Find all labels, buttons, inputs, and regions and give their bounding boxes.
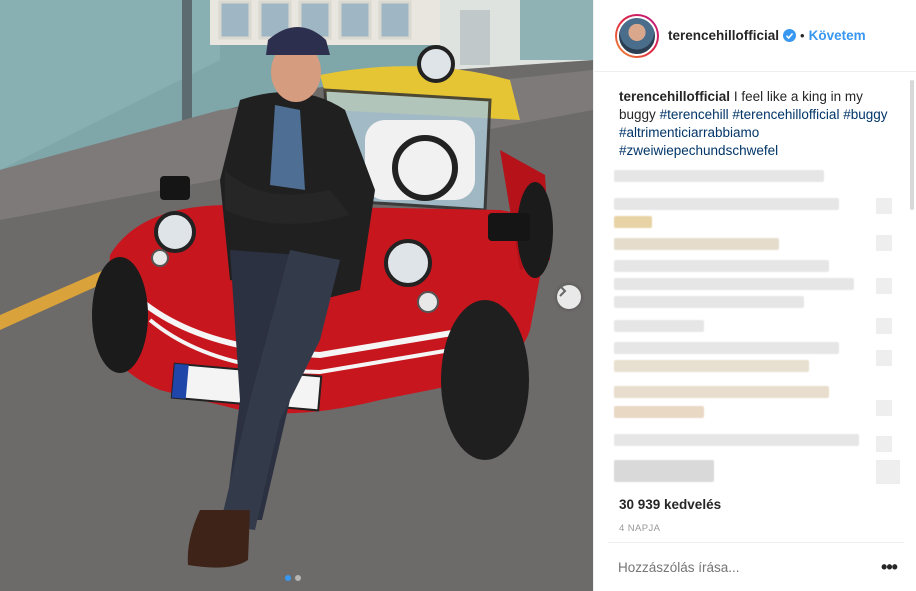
post-side-panel: terencehillofficial • Követem terencehil… <box>593 0 916 591</box>
carousel-next-button[interactable] <box>557 285 581 309</box>
verified-badge-icon <box>783 29 797 42</box>
likes-count[interactable]: 30 939 kedvelés <box>619 497 721 512</box>
comment-input[interactable] <box>618 559 874 575</box>
photo-illustration <box>0 0 593 591</box>
carousel-dot-active[interactable] <box>285 575 291 581</box>
carousel-dots <box>285 575 301 581</box>
blurred-comments <box>614 160 900 500</box>
carousel-dot[interactable] <box>295 575 301 581</box>
caption-username[interactable]: terencehillofficial <box>619 89 730 104</box>
hashtag-link[interactable]: #buggy <box>843 107 887 122</box>
username-link[interactable]: terencehillofficial <box>668 28 779 43</box>
comments-scrollbar[interactable] <box>910 80 914 210</box>
hashtag-link[interactable]: #altrimenticiarrabbiamo <box>619 125 759 140</box>
post-photo[interactable] <box>0 0 593 591</box>
follow-button[interactable]: Követem <box>809 28 866 43</box>
header-separator: • <box>800 28 805 43</box>
hashtag-link[interactable]: #terencehill <box>660 107 729 122</box>
more-options-button[interactable]: ••• <box>874 557 904 578</box>
comment-bar: ••• <box>608 542 904 591</box>
post-caption: terencehillofficial I feel like a king i… <box>619 88 894 160</box>
chevron-right-icon <box>559 285 567 297</box>
avatar[interactable] <box>615 13 659 58</box>
post-timestamp[interactable]: 4 NAPJA <box>619 523 660 534</box>
hashtag-link[interactable]: #zweiwiepechundschwefel <box>619 143 778 158</box>
hashtag-link[interactable]: #terencehillofficial <box>732 107 839 122</box>
post-header: terencehillofficial • Követem <box>594 0 916 72</box>
